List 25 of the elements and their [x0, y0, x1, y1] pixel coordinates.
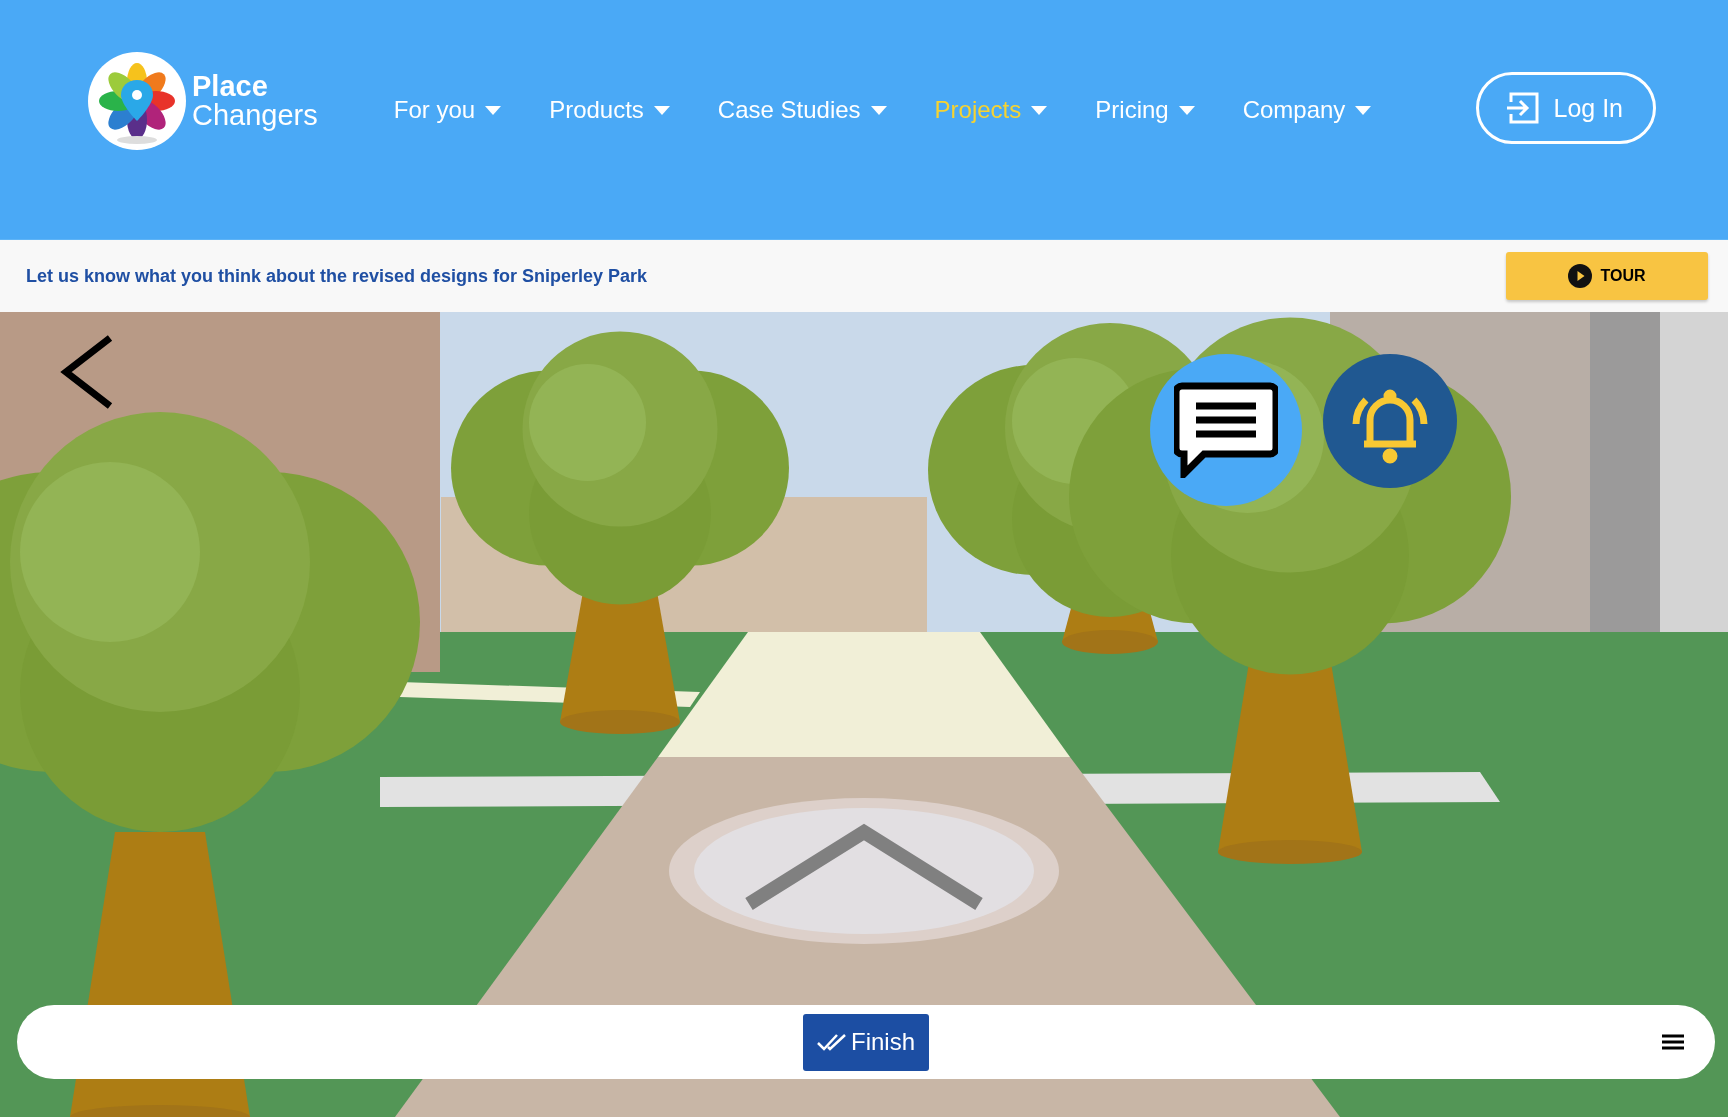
finish-button[interactable]: Finish	[803, 1013, 929, 1071]
move-forward-button[interactable]	[669, 798, 1059, 947]
caret-icon	[1355, 105, 1372, 115]
login-button[interactable]: Log In	[1476, 72, 1656, 144]
nav-link[interactable]: For you	[393, 96, 502, 124]
login-icon	[1505, 90, 1542, 126]
caret-icon	[870, 105, 887, 115]
caret-icon	[1031, 105, 1048, 115]
nav-link[interactable]: Company	[1242, 96, 1372, 124]
nav-link[interactable]: Projects	[934, 96, 1048, 124]
caret-icon	[485, 105, 502, 115]
logo-icon	[88, 52, 186, 150]
double-check-icon	[817, 1032, 847, 1052]
banner-message: Let us know what you think about the revised designs for Sniperley Park	[26, 265, 648, 287]
tour-button[interactable]: TOUR	[1506, 252, 1708, 300]
nav-link[interactable]: Case Studies	[717, 96, 887, 124]
caret-icon	[1178, 105, 1195, 115]
nav-link[interactable]: Products	[549, 96, 670, 124]
play-icon	[1568, 264, 1593, 288]
chat-icon	[1174, 382, 1278, 478]
nav-link[interactable]: Pricing	[1095, 96, 1195, 124]
logo-text: Place	[192, 72, 269, 101]
caret-icon	[653, 105, 670, 115]
logo-text: Changers	[192, 101, 318, 130]
menu-icon	[1662, 1034, 1684, 1050]
